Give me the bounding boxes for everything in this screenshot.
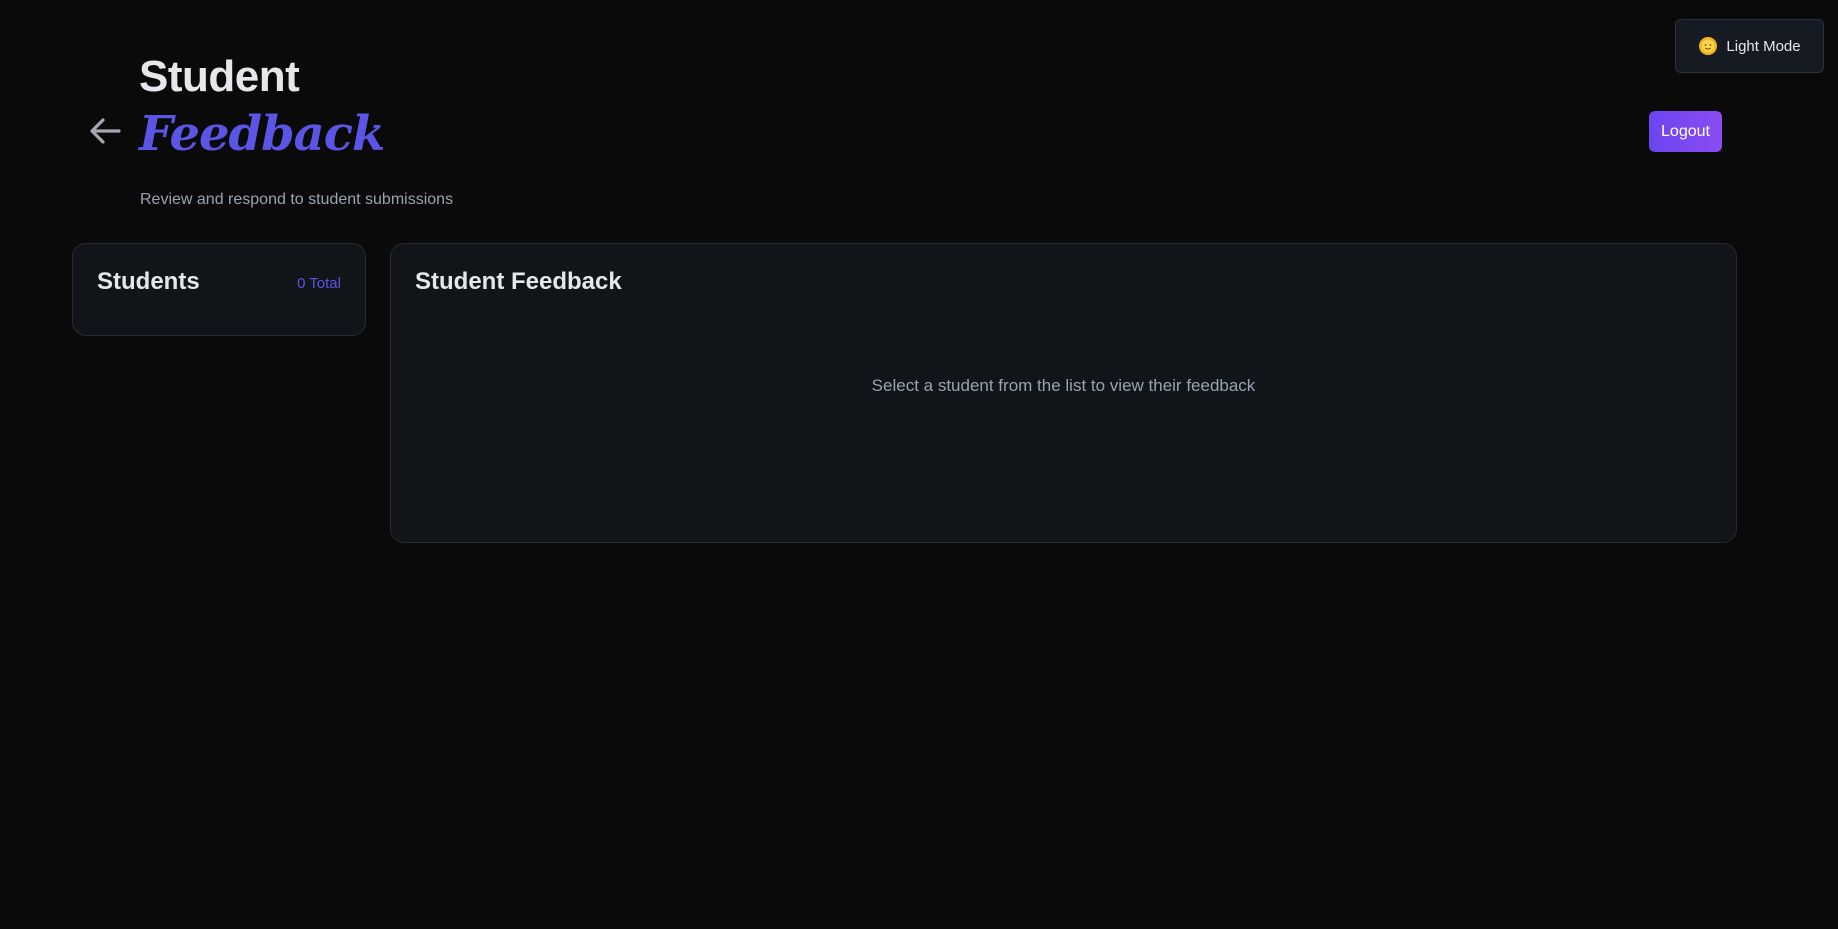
logout-button[interactable]: Logout: [1649, 111, 1722, 152]
arrow-left-icon[interactable]: [88, 116, 122, 146]
page-title-student: Student: [139, 52, 300, 101]
sun-icon: [1698, 36, 1718, 56]
feedback-panel-title: Student Feedback: [415, 268, 622, 295]
students-panel: Students 0 Total: [72, 243, 366, 336]
students-panel-title: Students: [97, 268, 200, 295]
page-subtitle: Review and respond to student submission…: [140, 191, 454, 208]
light-mode-toggle[interactable]: Light Mode: [1675, 19, 1824, 73]
students-total-badge: 0 Total: [297, 275, 341, 292]
light-mode-label: Light Mode: [1726, 37, 1801, 55]
page-title-feedback: Feedback: [139, 106, 385, 162]
feedback-panel: Student Feedback Select a student from t…: [390, 243, 1737, 543]
feedback-empty-message: Select a student from the list to view t…: [871, 376, 1256, 395]
